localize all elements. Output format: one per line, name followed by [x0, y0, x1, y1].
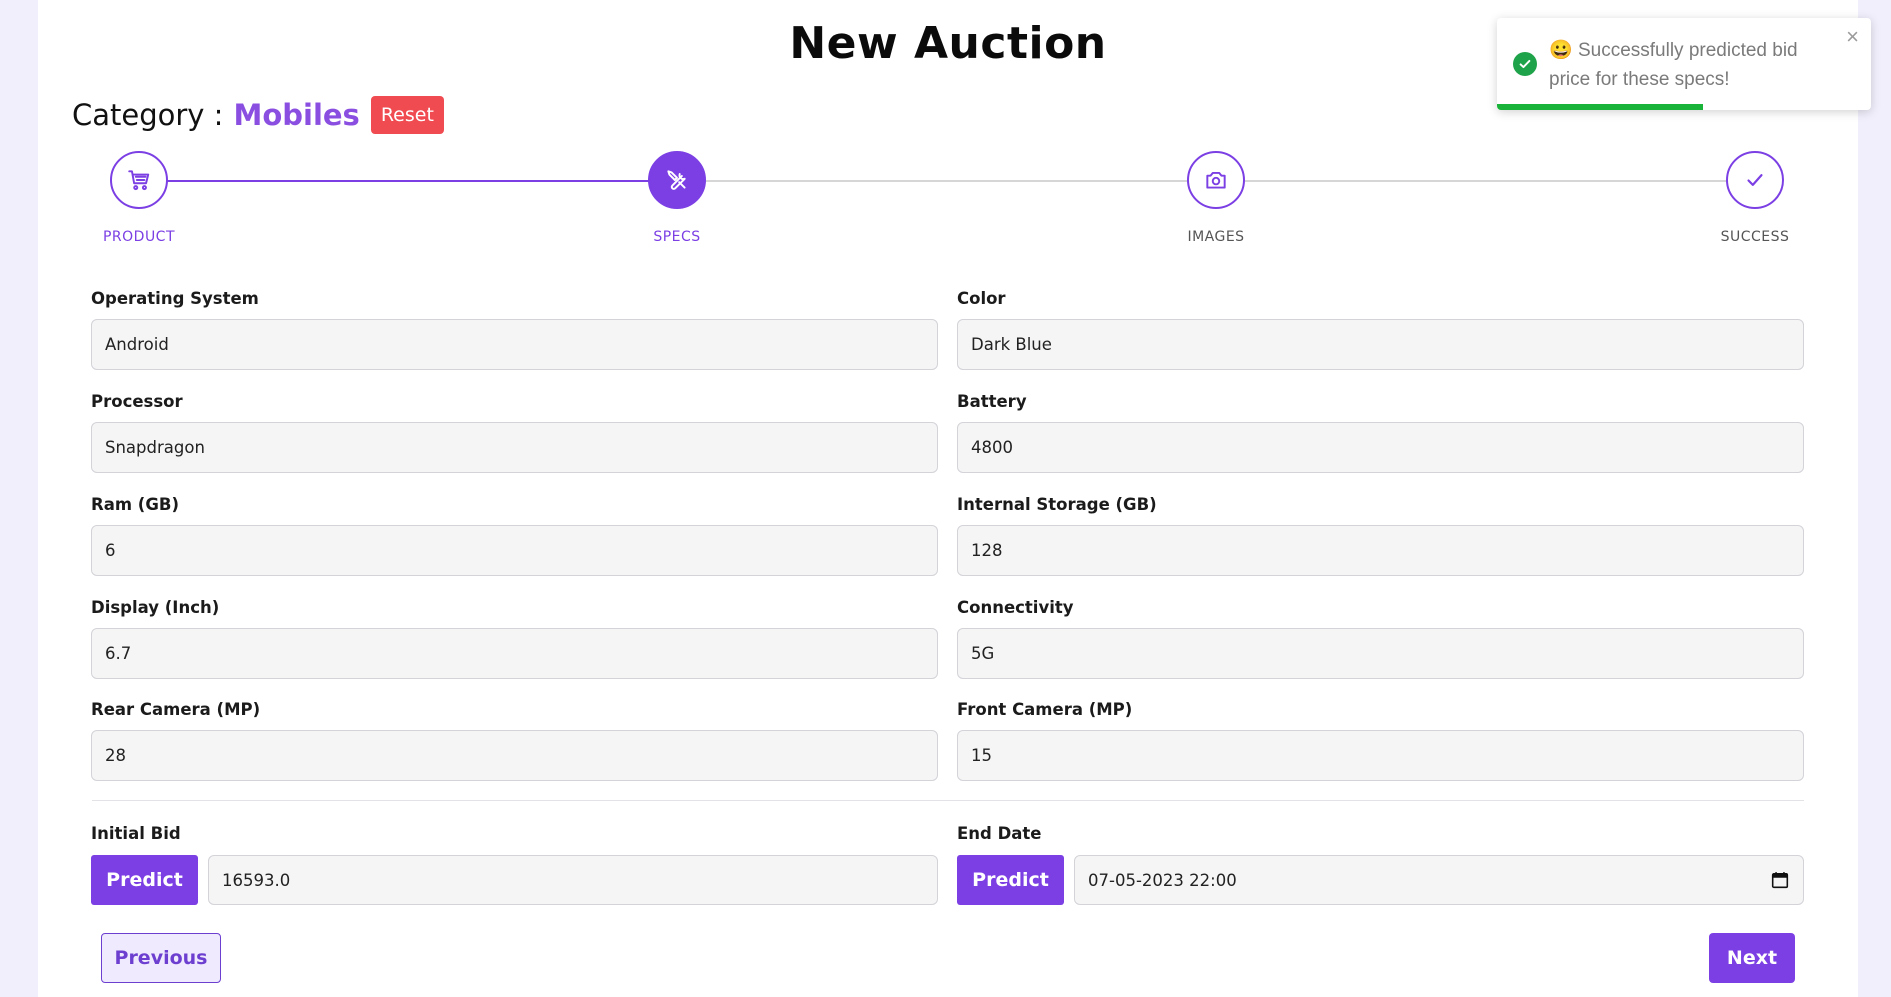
next-button[interactable]: Next — [1709, 933, 1795, 983]
connectivity-label: Connectivity — [957, 598, 1074, 617]
initial-bid-label: Initial Bid — [91, 824, 181, 843]
step-product[interactable] — [110, 151, 168, 209]
progress-stepper: PRODUCT SPECS IMAGES SUCCESS — [38, 150, 1858, 250]
step-success[interactable] — [1726, 151, 1784, 209]
cart-icon — [128, 170, 150, 191]
reset-button[interactable]: Reset — [370, 96, 444, 134]
ram-input[interactable]: 6 — [91, 525, 938, 576]
step-label-product: PRODUCT — [102, 229, 176, 245]
end-date-input[interactable]: 07-05-2023 22:00 — [1074, 855, 1804, 905]
display-input[interactable]: 6.7 — [91, 628, 938, 679]
internal-storage-label: Internal Storage (GB) — [957, 495, 1157, 514]
calendar-icon[interactable] — [1771, 871, 1789, 889]
display-label: Display (Inch) — [91, 598, 220, 617]
check-icon — [1747, 174, 1763, 186]
grinning-face-icon: 😀 — [1549, 40, 1573, 61]
battery-label: Battery — [957, 392, 1027, 411]
category-label: Category : — [72, 98, 224, 132]
processor-label: Processor — [91, 392, 183, 411]
ram-label: Ram (GB) — [91, 495, 179, 514]
operating-system-input[interactable]: Android — [91, 319, 938, 370]
front-camera-input[interactable]: 15 — [957, 730, 1804, 781]
toast-close-icon[interactable]: × — [1846, 24, 1859, 50]
category-value: Mobiles — [233, 98, 360, 132]
auction-card: New Auction Category : Mobiles Reset PRO… — [38, 0, 1858, 997]
operating-system-label: Operating System — [91, 289, 259, 308]
rear-camera-input[interactable]: 28 — [91, 730, 938, 781]
end-date-label: End Date — [957, 824, 1042, 843]
step-connector-done — [139, 180, 677, 182]
step-label-success: SUCCESS — [1720, 229, 1790, 245]
step-images[interactable] — [1187, 151, 1245, 209]
front-camera-label: Front Camera (MP) — [957, 700, 1133, 719]
category-row: Category : Mobiles Reset — [72, 96, 444, 134]
section-divider — [92, 800, 1804, 801]
color-input[interactable]: Dark Blue — [957, 319, 1804, 370]
previous-button[interactable]: Previous — [101, 933, 221, 983]
step-label-images: IMAGES — [1187, 229, 1245, 245]
battery-input[interactable]: 4800 — [957, 422, 1804, 473]
end-date-value: 07-05-2023 22:00 — [1088, 870, 1237, 890]
predict-bid-button[interactable]: Predict — [91, 855, 198, 905]
toast-message: Successfully predicted bid price for the… — [1549, 40, 1798, 90]
toast-message-container: 😀 Successfully predicted bid price for t… — [1549, 36, 1839, 94]
camera-icon — [1206, 171, 1226, 189]
step-specs[interactable] — [648, 151, 706, 209]
connectivity-input[interactable]: 5G — [957, 628, 1804, 679]
internal-storage-input[interactable]: 128 — [957, 525, 1804, 576]
color-label: Color — [957, 289, 1006, 308]
processor-input[interactable]: Snapdragon — [91, 422, 938, 473]
tools-icon — [667, 170, 686, 190]
initial-bid-input[interactable]: 16593.0 — [208, 855, 938, 905]
success-check-icon — [1513, 52, 1537, 76]
toast-progress-bar — [1497, 104, 1703, 110]
step-label-specs: SPECS — [653, 229, 701, 245]
rear-camera-label: Rear Camera (MP) — [91, 700, 261, 719]
success-toast: 😀 Successfully predicted bid price for t… — [1497, 18, 1871, 110]
predict-end-date-button[interactable]: Predict — [957, 855, 1064, 905]
